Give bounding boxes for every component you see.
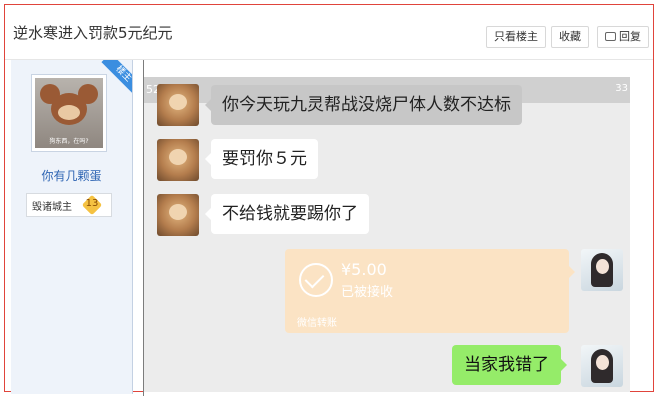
sender-avatar — [157, 84, 199, 126]
receiver-avatar — [581, 249, 623, 291]
receiver-avatar — [581, 345, 623, 387]
author-sidebar: 楼主 狗东西，在吗? 你有几颗蛋 毁诸城主 13 — [11, 60, 133, 394]
wechat-transfer-card: ¥5.00 已被接收 微信转账 — [285, 249, 575, 333]
chat-message: 不给钱就要踢你了 — [205, 194, 369, 234]
avatar-caption: 狗东西，在吗? — [49, 138, 89, 145]
avatar-mouse-face — [58, 105, 80, 120]
chat-message: 你今天玩九灵帮战没烧尸体人数不达标 — [205, 85, 522, 125]
favorite-button[interactable]: 收藏 — [551, 26, 589, 48]
status-battery: 33 — [615, 83, 628, 94]
member-badge[interactable]: 毁诸城主 13 — [26, 193, 112, 217]
cat-face — [169, 149, 187, 165]
avatar-face — [596, 355, 609, 370]
transfer-footer: 微信转账 — [297, 318, 337, 329]
avatar-image: 狗东西，在吗? — [35, 78, 103, 148]
cat-face — [169, 204, 187, 220]
sender-avatar — [157, 194, 199, 236]
check-circle-icon — [299, 263, 333, 297]
sender-avatar — [157, 139, 199, 181]
author-username[interactable]: 你有几颗蛋 — [11, 167, 132, 184]
author-avatar[interactable]: 狗东西，在吗? — [31, 74, 107, 152]
badge-title: 毁诸城主 — [32, 202, 72, 213]
thread-header: 逆水寒进入罚款5元纪元 只看楼主 收藏 回复 — [5, 5, 653, 60]
cat-face — [169, 94, 187, 110]
only-op-button[interactable]: 只看楼主 — [486, 26, 546, 48]
reply-button[interactable]: 回复 — [597, 26, 649, 48]
badge-level: 13 — [85, 198, 99, 209]
chat-message: 当家我错了 — [452, 345, 567, 385]
thread-title: 逆水寒进入罚款5元纪元 — [13, 24, 173, 42]
reply-button-label: 回复 — [619, 30, 641, 43]
transfer-status: 已被接收 — [341, 285, 394, 300]
chat-message: 要罚你５元 — [205, 139, 318, 179]
chat-screenshot: 52 33 你今天玩九灵帮战没烧尸体人数不达标 要罚你５元 不给钱就要踢你了 ¥… — [144, 77, 630, 392]
transfer-amount: ¥5.00 — [341, 260, 387, 279]
avatar-face — [596, 259, 609, 274]
reply-icon — [605, 31, 616, 41]
